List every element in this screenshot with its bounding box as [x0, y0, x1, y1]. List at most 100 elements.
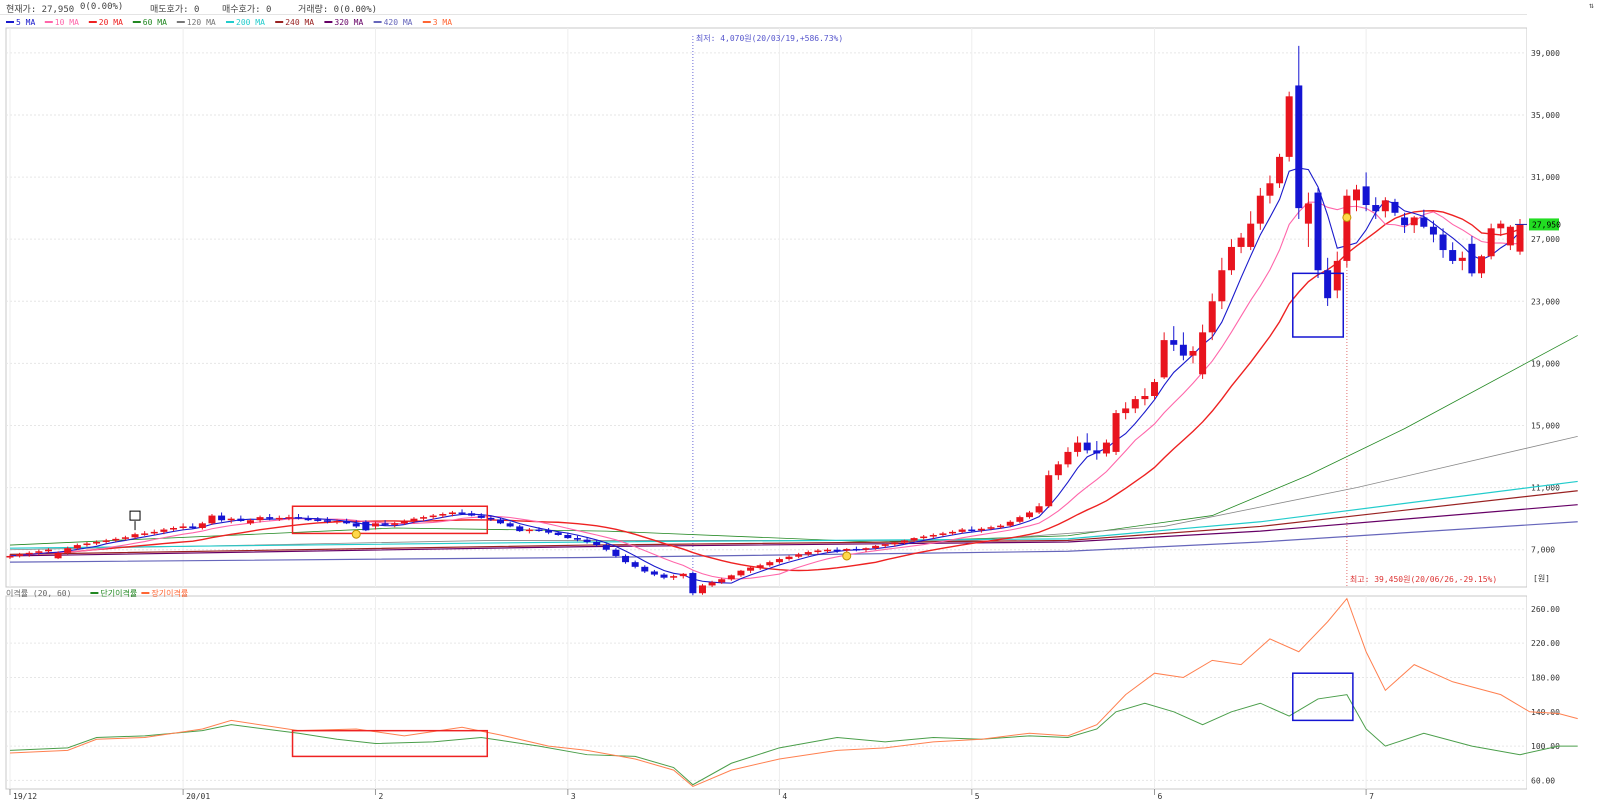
candle-body: [641, 566, 649, 572]
x-tick-label: 19/12: [13, 792, 37, 801]
price-tick-label: 31,000: [1531, 173, 1560, 182]
scroll-toggle-icon[interactable]: ⇅: [1589, 1, 1594, 10]
candle-body: [102, 540, 110, 542]
candle-body: [564, 534, 572, 539]
candle-body: [747, 567, 755, 571]
candle-body: [689, 573, 697, 594]
candle-body: [573, 538, 581, 540]
candle-body: [208, 515, 216, 524]
candle-body: [487, 517, 495, 520]
candle-body: [1381, 200, 1389, 212]
candle-body: [112, 538, 120, 541]
candle-body: [727, 575, 735, 580]
ma-legend-label: 420 MA: [384, 18, 413, 27]
candle-body: [266, 517, 274, 519]
sub-legend-label: 단기이격률: [100, 588, 137, 598]
candle-body: [1131, 399, 1139, 409]
candle-body: [1401, 217, 1409, 226]
candle-body: [1256, 195, 1264, 224]
x-tick-label: 3: [571, 792, 576, 801]
sub-panel-frame: [5, 595, 1528, 790]
sub-tick-label: 60.00: [1531, 776, 1555, 785]
candle-body: [458, 512, 466, 514]
candle-body: [1487, 228, 1495, 257]
candle-body: [1276, 156, 1284, 184]
candle-body: [170, 527, 178, 530]
candle-body: [708, 582, 716, 586]
candle-body: [920, 536, 928, 539]
candle-body: [1314, 192, 1322, 271]
candle-body: [237, 518, 245, 522]
candle-body: [1362, 186, 1370, 206]
candle-body: [910, 538, 918, 541]
ma-legend-label: 200 MA: [236, 18, 265, 27]
candle-body: [1237, 237, 1245, 247]
candle-body: [179, 526, 187, 528]
price-tick-label: 27,000: [1531, 235, 1560, 244]
stock-chart: 39,00035,00031,00027,00023,00019,00015,0…: [5, 14, 1578, 809]
candle-body: [968, 529, 976, 532]
current-price-tag-label: 27,950: [1532, 220, 1561, 229]
candle-body: [1372, 205, 1380, 212]
candle-body: [1151, 382, 1159, 397]
candle-body: [593, 541, 601, 546]
x-tick-label: 7: [1369, 792, 1374, 801]
candle-body: [1045, 475, 1053, 507]
candle-body: [1420, 217, 1428, 227]
x-tick-label: 20/01: [186, 792, 210, 801]
candle-body: [660, 574, 668, 578]
candle-body: [1439, 234, 1447, 251]
candle-body: [198, 523, 206, 528]
candle-body: [246, 520, 254, 524]
price-tick-label: 15,000: [1531, 422, 1560, 431]
candle-body: [766, 562, 774, 566]
candle-body: [1035, 506, 1043, 513]
price-tick-label: 19,000: [1531, 359, 1560, 368]
candle-body: [670, 576, 678, 578]
candle-body: [516, 526, 524, 532]
candle-body: [93, 541, 101, 544]
candle-body: [1208, 301, 1216, 333]
candle-body: [679, 573, 687, 577]
candle-body: [295, 517, 303, 519]
candle-body: [1199, 332, 1207, 375]
candle-body: [323, 520, 331, 522]
candle-body: [468, 513, 476, 516]
candle-body: [602, 545, 610, 550]
candle-body: [891, 542, 899, 545]
candle-body: [391, 523, 399, 525]
x-tick-label: 2: [378, 792, 383, 801]
candle-body: [612, 549, 620, 556]
candle-body: [1083, 442, 1091, 451]
candle-body: [535, 529, 543, 532]
candle-body: [275, 517, 283, 520]
candle-body: [83, 543, 91, 546]
candle-body: [1295, 85, 1303, 209]
candle-body: [506, 523, 514, 527]
sub-legend-label: 장기이격률: [151, 588, 188, 598]
candle-body: [54, 552, 62, 559]
sub-tick-label: 180.00: [1531, 673, 1560, 682]
candle-body: [824, 549, 832, 552]
candle-body: [1189, 350, 1197, 356]
price-tick-label: 23,000: [1531, 297, 1560, 306]
candle-body: [16, 554, 24, 556]
candle-body: [987, 527, 995, 529]
candle-body: [1247, 223, 1255, 247]
candle-body: [1304, 203, 1312, 224]
ma-legend-label: 60 MA: [143, 18, 167, 27]
candle-body: [1006, 521, 1014, 526]
candle-body: [949, 531, 957, 534]
candle-body: [1112, 413, 1120, 452]
candle-body: [997, 525, 1005, 528]
candle-body: [304, 518, 312, 521]
candle-body: [554, 532, 562, 535]
event-marker-icon: [1342, 212, 1352, 222]
candle-body: [872, 545, 880, 549]
candle-body: [718, 579, 726, 583]
axis-background: [1527, 14, 1560, 809]
candle-body: [1343, 195, 1351, 261]
candle-body: [141, 533, 149, 535]
candle-body: [1179, 344, 1187, 356]
candle-body: [439, 514, 447, 516]
